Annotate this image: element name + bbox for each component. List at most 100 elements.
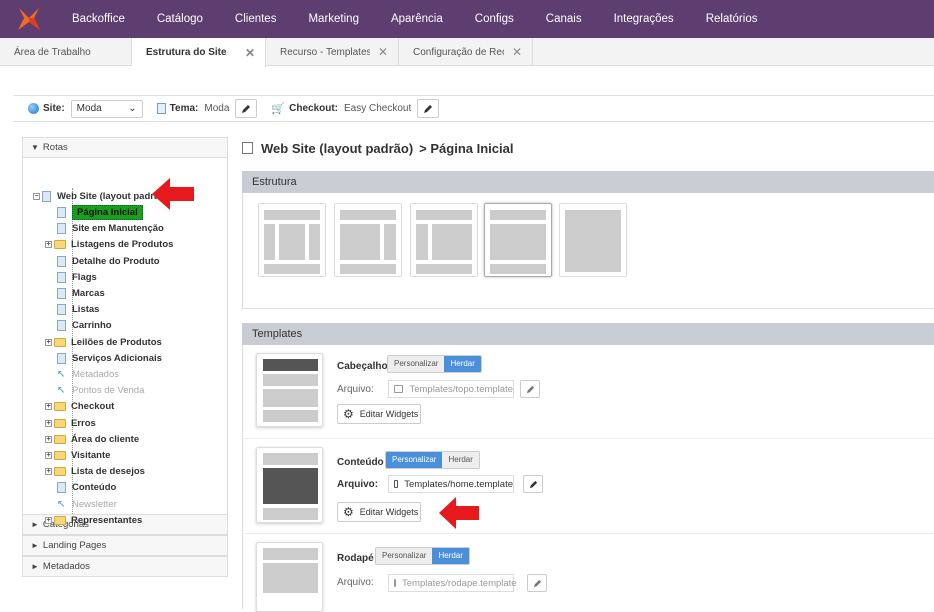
pencil-icon — [424, 104, 433, 113]
menu-aparencia[interactable]: Aparência — [375, 0, 459, 38]
tree-item[interactable]: + Área do cliente — [45, 431, 139, 447]
site-select-value: Moda — [76, 103, 102, 114]
metadados-label: Metadados — [42, 561, 90, 572]
tree-item[interactable]: Conteúdo — [57, 479, 116, 495]
expand-icon[interactable]: + — [45, 451, 52, 459]
tab-label: Estrutura do Site — [146, 47, 227, 58]
menu-clientes[interactable]: Clientes — [219, 0, 293, 38]
personalizar-option[interactable]: Personalizar — [388, 356, 445, 372]
mode-toggle[interactable]: Personalizar Herdar — [375, 547, 470, 565]
template-name: Conteúdo — [337, 457, 384, 468]
site-select[interactable]: Moda ⌄ — [70, 99, 143, 118]
layout-option-single-column[interactable] — [484, 203, 552, 277]
tab-recurso-templates[interactable]: Recurso - Templates/hom ✕ — [266, 38, 399, 66]
tree-item[interactable]: Carrinho — [57, 317, 112, 333]
close-icon[interactable]: ✕ — [504, 45, 522, 59]
routes-tree: − Web Site (layout padrão) Página Inicia… — [22, 158, 228, 526]
menu-relatorios[interactable]: Relatórios — [690, 0, 774, 38]
tree-item[interactable]: + Checkout — [45, 398, 114, 414]
document-icon — [57, 319, 66, 331]
herdar-option[interactable]: Herdar — [432, 548, 469, 564]
folder-icon — [54, 450, 66, 460]
tab-estrutura-do-site[interactable]: Estrutura do Site ✕ — [132, 38, 266, 67]
layout-option-left-sidebar[interactable] — [410, 203, 478, 277]
red-arrow-indicator — [439, 497, 479, 529]
template-name: Rodapé — [337, 553, 374, 564]
edit-file-button[interactable] — [520, 380, 540, 398]
tree-item[interactable]: + Listagens de Produtos — [45, 236, 173, 252]
menu-configs[interactable]: Configs — [459, 0, 530, 38]
mode-toggle[interactable]: Personalizar Herdar — [385, 451, 480, 469]
expand-icon[interactable]: + — [45, 467, 52, 475]
tree-item[interactable]: Serviços Adicionais — [57, 350, 162, 366]
document-icon — [57, 303, 66, 315]
document-icon — [57, 352, 66, 364]
tree-item-label: Conteúdo — [72, 481, 117, 493]
close-icon[interactable]: ✕ — [370, 45, 388, 59]
close-icon[interactable]: ✕ — [237, 46, 255, 60]
tab-area-de-trabalho[interactable]: Área de Trabalho — [0, 38, 132, 66]
gear-icon: ⚙ — [343, 505, 354, 519]
tree-item-label: Área do cliente — [71, 433, 140, 445]
collapse-icon[interactable]: − — [33, 192, 40, 200]
tree-item[interactable]: + Leilões de Produtos — [45, 334, 162, 350]
edit-file-button[interactable] — [523, 475, 543, 493]
editar-widgets-button[interactable]: ⚙ Editar Widgets — [337, 404, 421, 424]
tree-item[interactable]: Marcas — [57, 285, 105, 301]
metadados-panel-header[interactable]: ► Metadados — [22, 556, 228, 577]
tree-item[interactable]: Listas — [57, 301, 99, 317]
expand-icon[interactable]: + — [45, 402, 52, 410]
tree-item[interactable]: + Lista de desejos — [45, 463, 145, 479]
landing-pages-label: Landing Pages — [42, 540, 107, 551]
tree-item[interactable]: ↖ Pontos de Venda — [57, 382, 144, 398]
tree-item[interactable]: Flags — [57, 269, 97, 285]
tree-item-label: Representantes — [71, 514, 143, 526]
tree-item[interactable]: + Visitante — [45, 447, 110, 463]
herdar-option[interactable]: Herdar — [442, 452, 479, 468]
tree-item[interactable]: ↖ Metadados — [57, 366, 119, 382]
tree-item-label: Serviços Adicionais — [72, 352, 162, 364]
landing-pages-panel-header[interactable]: ► Landing Pages — [22, 535, 228, 556]
main-content: Web Site (layout padrão) > Página Inicia… — [242, 137, 934, 612]
tree-item-label: Marcas — [72, 287, 105, 299]
expand-icon[interactable]: + — [45, 419, 52, 427]
expand-icon[interactable]: + — [45, 240, 52, 248]
tree-item[interactable]: ↖ Newsletter — [57, 496, 117, 512]
editar-widgets-button[interactable]: ⚙ Editar Widgets — [337, 502, 421, 522]
tree-item[interactable]: Detalhe do Produto — [57, 253, 160, 269]
menu-backoffice[interactable]: Backoffice — [56, 0, 141, 38]
tab-label: Configuração de Recurso — [413, 46, 504, 58]
tree-item[interactable]: Página Inicial — [57, 204, 143, 220]
menu-catalogo[interactable]: Catálogo — [141, 0, 219, 38]
tree-item[interactable]: Site em Manutenção — [57, 220, 164, 236]
menu-integracoes[interactable]: Integrações — [598, 0, 690, 38]
personalizar-option[interactable]: Personalizar — [376, 548, 433, 564]
layout-option-right-sidebar[interactable] — [334, 203, 402, 277]
menu-marketing[interactable]: Marketing — [292, 0, 375, 38]
layout-option-blank[interactable] — [559, 203, 627, 277]
tree-item[interactable]: + Representantes — [45, 512, 142, 528]
herdar-option[interactable]: Herdar — [444, 356, 481, 372]
personalizar-option[interactable]: Personalizar — [386, 452, 443, 468]
template-thumb-rodape — [256, 542, 323, 612]
tree-item[interactable]: + Erros — [45, 415, 96, 431]
expand-icon[interactable]: + — [45, 435, 52, 443]
layout-option-3col[interactable] — [258, 203, 326, 277]
rotas-panel-header[interactable]: ▼ Rotas — [22, 137, 228, 158]
template-file-value: Templates/topo.template — [409, 383, 513, 395]
edit-checkout-button[interactable] — [417, 99, 440, 118]
tab-configuracao-recurso[interactable]: Configuração de Recurso ✕ — [399, 38, 533, 66]
logo[interactable] — [16, 0, 56, 38]
chevron-down-icon: ⌄ — [128, 103, 137, 114]
tab-bar: Área de Trabalho Estrutura do Site ✕ Rec… — [0, 38, 934, 67]
mode-toggle[interactable]: Personalizar Herdar — [387, 355, 482, 373]
template-row-cabecalho: Cabeçalho Personalizar Herdar Arquivo: T… — [243, 345, 934, 439]
expand-icon[interactable]: + — [45, 516, 52, 524]
expand-icon[interactable]: + — [45, 338, 52, 346]
tree-root[interactable]: − Web Site (layout padrão) — [33, 188, 168, 204]
arquivo-label: Arquivo: — [337, 384, 374, 395]
edit-tema-button[interactable] — [235, 99, 258, 118]
edit-file-button[interactable] — [527, 574, 547, 592]
document-icon — [57, 287, 66, 299]
menu-canais[interactable]: Canais — [530, 0, 598, 38]
